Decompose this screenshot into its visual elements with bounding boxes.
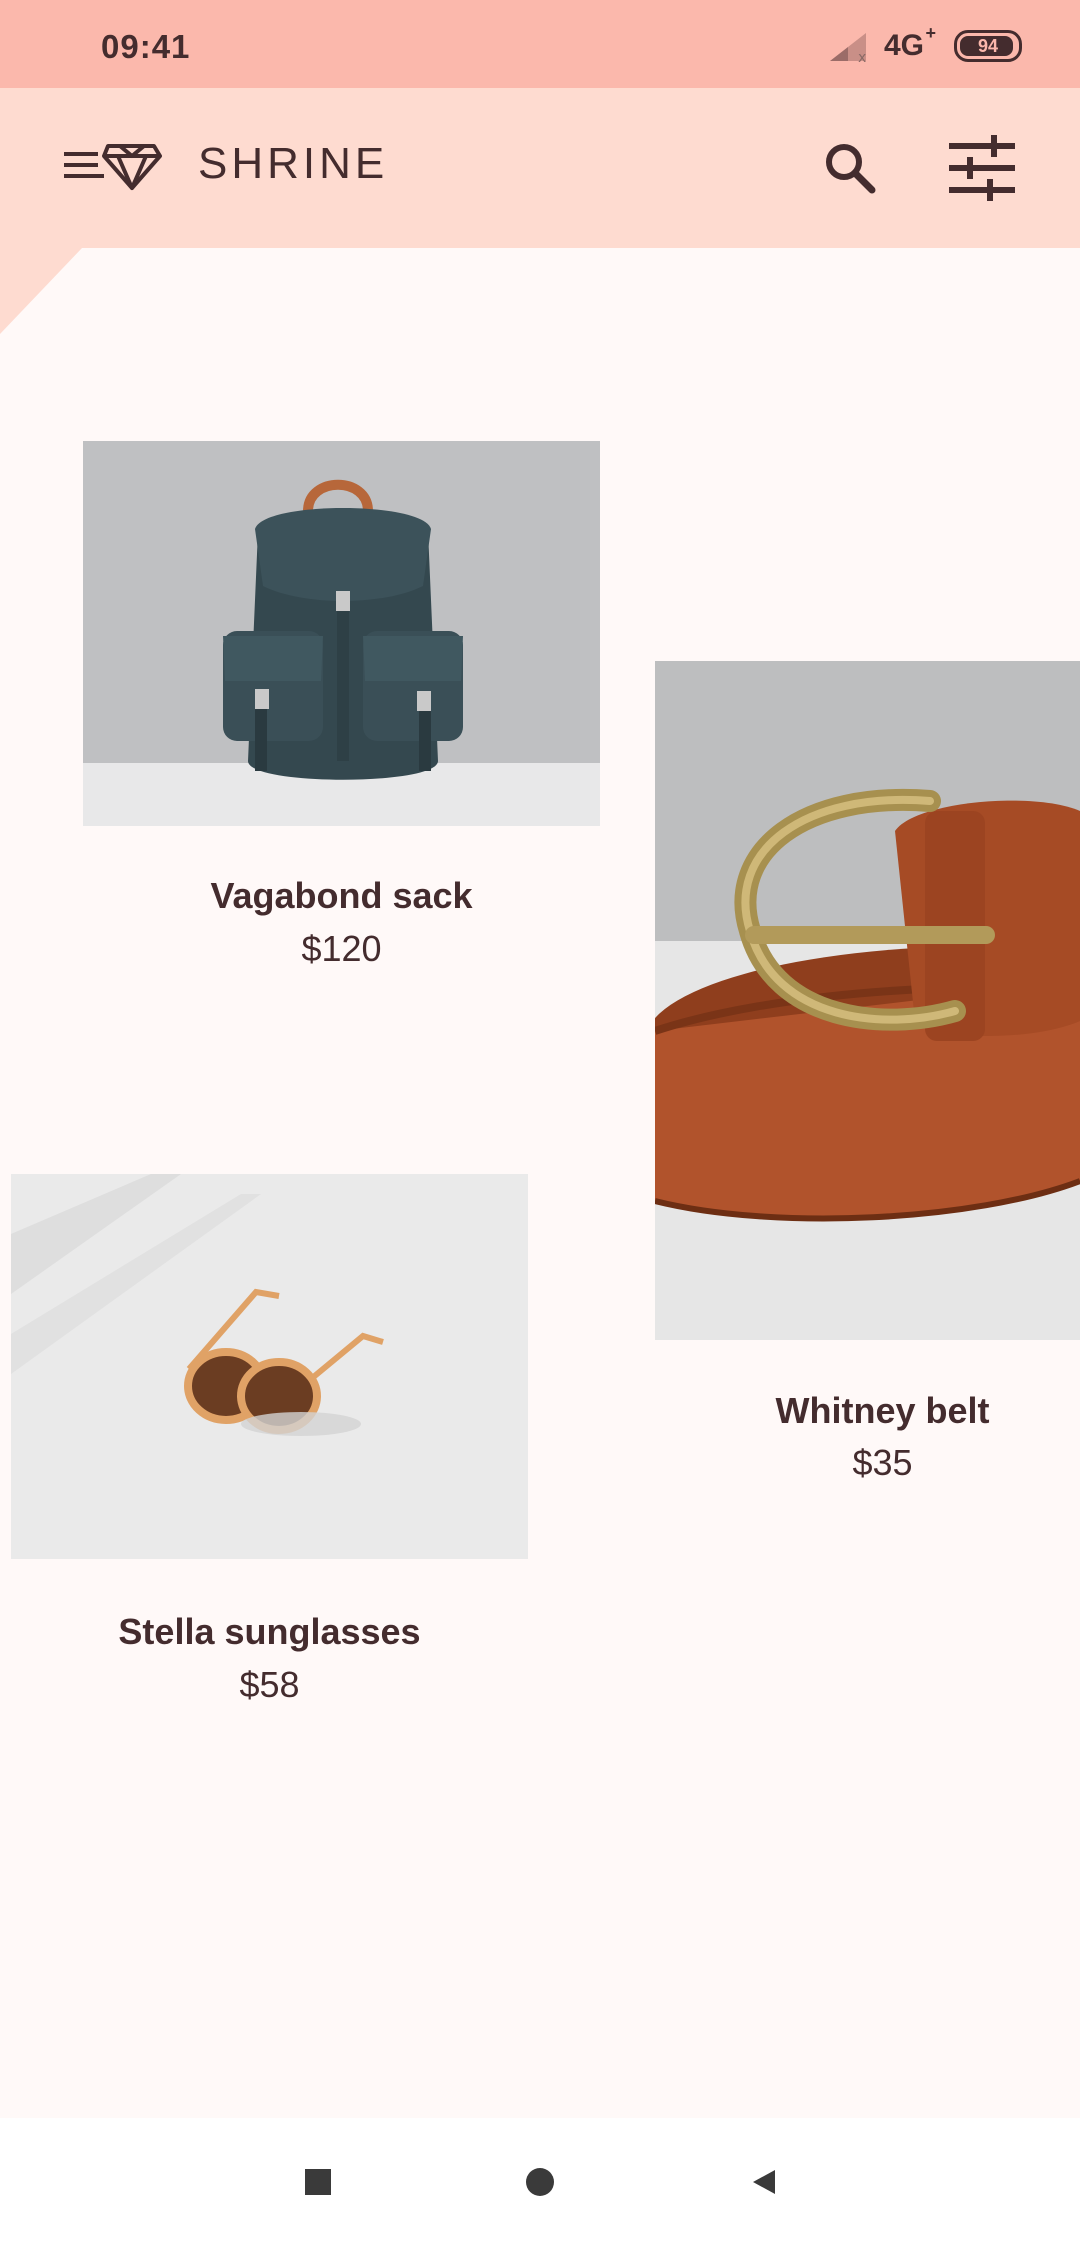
backdrop-cut-corner: [0, 248, 82, 334]
signal-icon: x: [829, 33, 866, 63]
product-price: $35: [852, 1442, 913, 1483]
menu-button[interactable]: SHRINE: [62, 134, 388, 194]
product-image-sunglasses[interactable]: [11, 1174, 528, 1559]
product-name: Whitney belt: [775, 1390, 990, 1431]
home-button[interactable]: [512, 2154, 568, 2210]
app-bar: SHRINE: [0, 88, 1080, 248]
network-suffix: +: [925, 23, 936, 43]
filter-icon[interactable]: [947, 135, 1017, 201]
product-name: Stella sunglasses: [118, 1611, 421, 1652]
filter-button[interactable]: [946, 132, 1018, 204]
menu-diamond-icon[interactable]: [62, 134, 162, 194]
network-type: 4G +: [883, 23, 936, 63]
network-label: 4G: [883, 29, 924, 62]
recents-square-icon[interactable]: [303, 2167, 333, 2197]
battery-icon: 94: [954, 30, 1022, 62]
status-time: 09:41: [101, 28, 191, 65]
product-image-belt[interactable]: [655, 661, 1080, 1340]
product-image-backpack[interactable]: [83, 441, 600, 826]
back-button[interactable]: [736, 2154, 792, 2210]
product-name: Vagabond sack: [210, 875, 473, 916]
product-price: $120: [301, 928, 382, 969]
battery-level: 94: [977, 35, 999, 56]
status-indicators: x 4G + 94: [828, 23, 1022, 68]
back-triangle-icon[interactable]: [749, 2167, 779, 2197]
system-nav-bar: [0, 2118, 1080, 2246]
product-price: $58: [239, 1664, 300, 1705]
search-button[interactable]: [814, 132, 886, 204]
app-title: SHRINE: [198, 139, 389, 188]
svg-text:x: x: [858, 50, 866, 63]
home-circle-icon[interactable]: [524, 2166, 556, 2198]
status-bar: 09:41 x 4G + 94: [0, 0, 1080, 88]
recents-button[interactable]: [290, 2154, 346, 2210]
search-icon[interactable]: [822, 140, 878, 196]
